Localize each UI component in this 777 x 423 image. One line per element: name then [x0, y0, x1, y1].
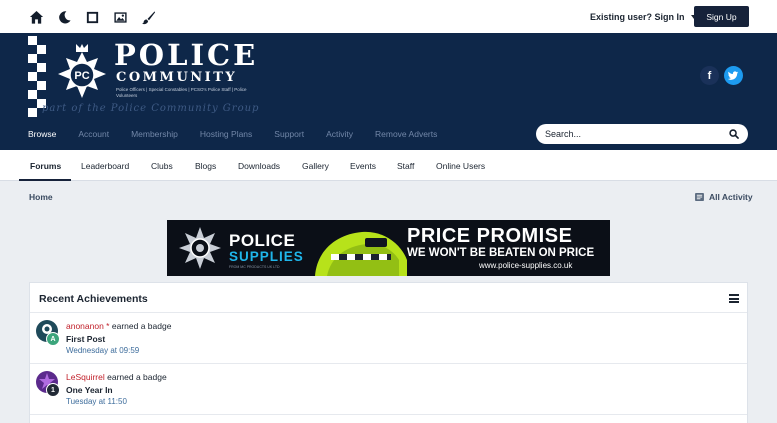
image-icon[interactable] [111, 8, 129, 26]
ad-headline: PRICE PROMISE [407, 225, 573, 247]
logo-tagline: part of the Police Community Group [42, 103, 260, 114]
police-star-icon [179, 227, 221, 269]
breadcrumb-home[interactable]: Home [29, 192, 53, 202]
logo-badge-text: PC [74, 70, 89, 82]
ad-brand-top: POLICE [229, 231, 296, 250]
nav-remove-adverts[interactable]: Remove Adverts [375, 129, 437, 139]
logo-subtitle: COMMUNITY [116, 70, 238, 85]
nav-activity[interactable]: Activity [326, 129, 353, 139]
user-link[interactable]: anonanon * [66, 321, 110, 331]
achievement-time[interactable]: Wednesday at 09:59 [66, 346, 139, 355]
ad-brand-small: FROM MC PRODUCTS UK LTD [229, 265, 280, 269]
recent-achievements-widget: Recent Achievements A anonanon * earned … [29, 282, 748, 423]
nav-membership[interactable]: Membership [131, 129, 178, 139]
square-icon[interactable] [83, 8, 101, 26]
tab-blogs[interactable]: Blogs [195, 161, 216, 171]
home-icon[interactable] [27, 8, 45, 26]
all-activity-link[interactable]: All Activity [695, 192, 753, 202]
nav-browse[interactable]: Browse [28, 129, 56, 139]
nav-support[interactable]: Support [274, 129, 304, 139]
nav-account[interactable]: Account [78, 129, 109, 139]
twitter-icon [728, 71, 739, 80]
tab-downloads[interactable]: Downloads [238, 161, 280, 171]
moon-icon[interactable] [55, 8, 73, 26]
active-tab-indicator [19, 179, 71, 181]
achievement-badge-icon: 1 [46, 383, 60, 397]
menu-icon[interactable] [729, 294, 739, 303]
main-nav: Browse Account Membership Hosting Plans … [28, 129, 459, 139]
logo-lines: Police Officers | Special Constables | P… [116, 87, 247, 98]
facebook-icon: f [707, 69, 712, 82]
achievement-action: earned a badge [111, 321, 172, 331]
search-input[interactable] [545, 127, 715, 141]
sign-in-link[interactable]: Existing user? Sign In [590, 12, 697, 22]
all-activity-label: All Activity [709, 192, 753, 202]
tab-gallery[interactable]: Gallery [302, 161, 329, 171]
widget-title: Recent Achievements [39, 293, 148, 305]
sign-up-button[interactable]: Sign Up [694, 6, 749, 27]
achievement-text: LeSquirrel earned a badge [66, 372, 167, 382]
tab-clubs[interactable]: Clubs [151, 161, 173, 171]
officer-jacket-image [307, 220, 407, 276]
user-link[interactable]: LeSquirrel [66, 372, 105, 382]
sign-in-label: Existing user? Sign In [590, 12, 685, 22]
sub-nav: Forums Leaderboard Clubs Blogs Downloads… [0, 150, 777, 181]
badge-name[interactable]: First Post [66, 334, 105, 344]
site-logo[interactable]: PC POLICE COMMUNITY Police Officers | Sp… [28, 36, 260, 118]
police-badge-icon: PC [58, 44, 106, 98]
achievement-badge-icon: A [46, 332, 60, 346]
search-icon[interactable] [729, 129, 739, 139]
twitter-link[interactable] [724, 66, 743, 85]
brush-icon[interactable] [139, 8, 157, 26]
achievement-text: anonanon * earned a badge [66, 321, 171, 331]
tab-events[interactable]: Events [350, 161, 376, 171]
activity-feed-icon [695, 193, 704, 201]
ad-brand-bottom: SUPPLIES [229, 249, 304, 264]
logo-title: POLICE [114, 38, 259, 72]
tab-leaderboard[interactable]: Leaderboard [81, 161, 129, 171]
search-box [536, 124, 748, 144]
list-item: A anonanon * earned a badge First Post W… [30, 313, 747, 364]
tab-staff[interactable]: Staff [397, 161, 414, 171]
achievement-action: earned a badge [107, 372, 167, 382]
ad-url: www.police-supplies.co.uk [479, 261, 573, 270]
toolbar-icons [27, 8, 157, 26]
achievement-time[interactable]: Tuesday at 11:50 [66, 397, 127, 406]
facebook-link[interactable]: f [700, 66, 719, 85]
ad-subline: WE WON'T BE BEATEN ON PRICE [407, 247, 595, 259]
site-header: PC POLICE COMMUNITY Police Officers | Sp… [0, 33, 777, 150]
ad-banner[interactable]: POLICE SUPPLIES FROM MC PRODUCTS UK LTD … [167, 220, 610, 276]
nav-hosting-plans[interactable]: Hosting Plans [200, 129, 252, 139]
tab-forums[interactable]: Forums [30, 161, 61, 171]
user-bar: Existing user? Sign In Sign Up [0, 0, 777, 33]
tab-online-users[interactable]: Online Users [436, 161, 485, 171]
badge-name[interactable]: One Year In [66, 385, 113, 395]
list-item: 1 LeSquirrel earned a badge One Year In … [30, 364, 747, 415]
